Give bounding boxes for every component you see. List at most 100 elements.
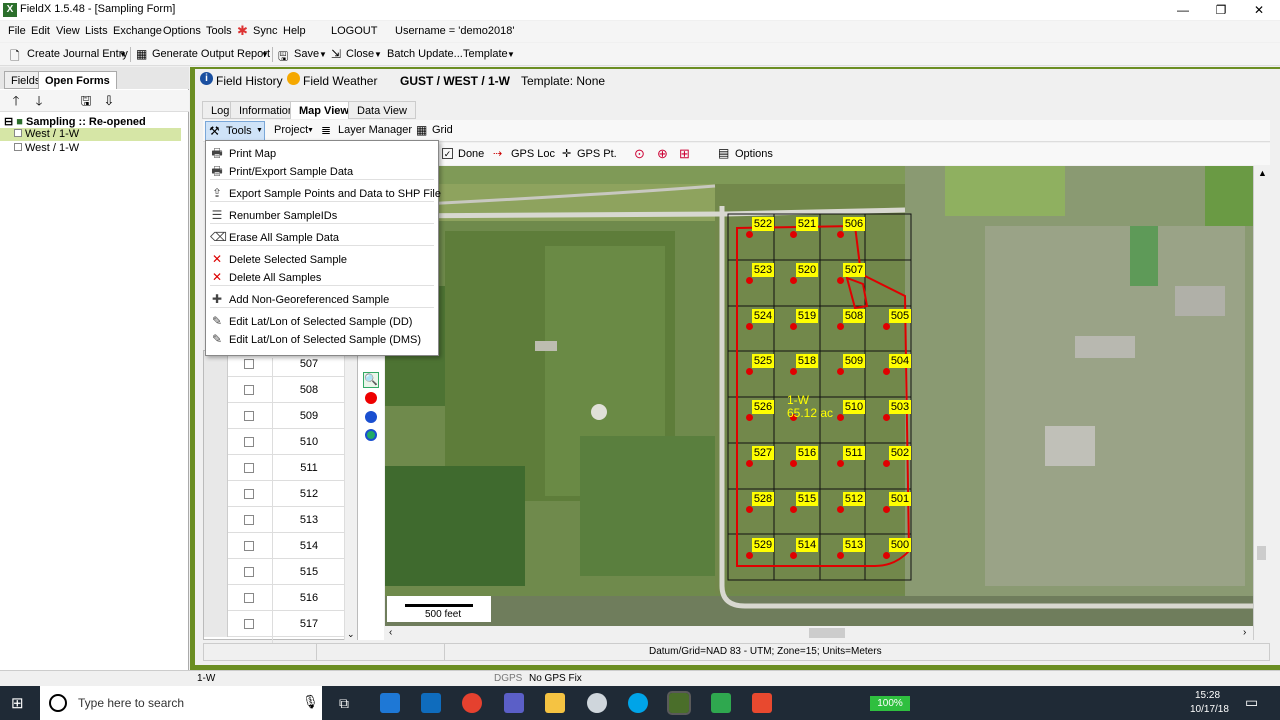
sample-point[interactable] bbox=[790, 322, 797, 330]
sample-label[interactable]: 514 bbox=[796, 537, 818, 552]
checkbox-icon[interactable] bbox=[244, 359, 254, 369]
battery-badge[interactable]: 100% bbox=[870, 696, 910, 711]
clock-date[interactable]: 10/17/18 bbox=[1190, 704, 1229, 715]
sample-label[interactable]: 520 bbox=[796, 262, 818, 277]
sample-point[interactable] bbox=[837, 551, 844, 559]
sample-point[interactable] bbox=[790, 551, 797, 559]
sample-point[interactable] bbox=[746, 460, 753, 467]
close-form-button[interactable]: Close bbox=[346, 48, 374, 60]
zoom-icon[interactable]: 🔍 bbox=[363, 372, 379, 388]
sample-point[interactable] bbox=[837, 276, 844, 284]
sample-label[interactable]: 512 bbox=[843, 491, 865, 506]
menu-help[interactable]: Help bbox=[283, 25, 306, 37]
sample-label[interactable]: 502 bbox=[889, 446, 911, 460]
app-icon[interactable] bbox=[587, 693, 607, 713]
table-row[interactable]: 514 bbox=[204, 533, 345, 566]
sample-label[interactable]: 503 bbox=[889, 400, 911, 415]
sample-label[interactable]: 525 bbox=[752, 354, 774, 369]
target-icon[interactable]: ⊙ bbox=[634, 146, 645, 162]
map-horizontal-scrollbar[interactable]: ‹ › bbox=[385, 626, 1253, 640]
blue-pin-icon[interactable] bbox=[365, 411, 377, 423]
chevron-down-icon[interactable]: ▼ bbox=[261, 50, 269, 59]
sample-label[interactable]: 515 bbox=[796, 491, 818, 506]
menu-sync[interactable]: Sync bbox=[253, 25, 277, 37]
sample-label[interactable]: 510 bbox=[843, 400, 865, 415]
teams-icon[interactable] bbox=[504, 693, 524, 713]
checkbox-icon[interactable] bbox=[244, 463, 254, 473]
sample-label[interactable]: 521 bbox=[796, 217, 818, 231]
skype-icon[interactable] bbox=[628, 693, 648, 713]
notifications-icon[interactable]: ▭ bbox=[1245, 694, 1258, 711]
table-row[interactable]: 510 bbox=[204, 429, 345, 462]
sample-list-scrollbar[interactable]: ⌄ bbox=[344, 350, 357, 640]
menu-view[interactable]: View bbox=[56, 25, 80, 37]
generate-report-button[interactable]: Generate Output Report bbox=[152, 48, 270, 60]
sample-point[interactable] bbox=[746, 276, 753, 284]
menu-item[interactable]: ✎ Edit Lat/Lon of Selected Sample (DMS) bbox=[206, 329, 438, 351]
checkbox-icon[interactable] bbox=[244, 593, 254, 603]
checkbox-icon[interactable] bbox=[244, 541, 254, 551]
outlook-icon[interactable] bbox=[421, 693, 441, 713]
chrome-icon[interactable] bbox=[462, 693, 482, 713]
sample-label[interactable]: 529 bbox=[752, 537, 774, 552]
sample-label[interactable]: 511 bbox=[843, 446, 865, 460]
scroll-up-icon[interactable]: ▲ bbox=[1258, 168, 1267, 178]
checkbox-icon[interactable] bbox=[14, 143, 22, 151]
app-icon[interactable] bbox=[752, 693, 772, 713]
sample-label[interactable]: 516 bbox=[796, 446, 818, 460]
checkbox-icon[interactable] bbox=[244, 437, 254, 447]
app-icon[interactable] bbox=[711, 693, 731, 713]
field-history-button[interactable]: Field History bbox=[216, 74, 283, 88]
collapse-icon[interactable]: ⊟ bbox=[4, 116, 16, 128]
sample-point[interactable] bbox=[837, 231, 844, 238]
sample-point[interactable] bbox=[746, 551, 753, 559]
scroll-right-icon[interactable]: › bbox=[1243, 627, 1246, 638]
edge-icon[interactable] bbox=[380, 693, 400, 713]
chevron-down-icon[interactable]: ▼ bbox=[507, 50, 515, 59]
table-row[interactable]: 515 bbox=[204, 559, 345, 592]
table-row[interactable]: 517 bbox=[204, 611, 345, 644]
checkbox-icon[interactable]: ✓ bbox=[442, 148, 453, 159]
sample-label[interactable]: 526 bbox=[752, 400, 774, 415]
sample-label[interactable]: 500 bbox=[889, 537, 911, 552]
field-weather-button[interactable]: Field Weather bbox=[303, 74, 377, 88]
project-menu[interactable]: Project bbox=[274, 124, 308, 136]
batch-update-button[interactable]: Batch Update... bbox=[387, 48, 463, 60]
chevron-down-icon[interactable]: ▼ bbox=[319, 50, 327, 59]
create-journal-button[interactable]: Create Journal Entry bbox=[27, 48, 128, 60]
layer-manager-button[interactable]: Layer Manager bbox=[338, 124, 412, 136]
checkbox-icon[interactable] bbox=[244, 411, 254, 421]
map-canvas[interactable]: 522 521 506 523 520 507 524 519 508 505 525 518 509 5… bbox=[385, 166, 1253, 626]
sample-label[interactable]: 528 bbox=[752, 491, 774, 506]
export-icon[interactable]: ⇩ bbox=[101, 93, 117, 109]
task-view-icon[interactable]: ⧉ bbox=[339, 695, 349, 712]
menu-lists[interactable]: Lists bbox=[85, 25, 108, 37]
sample-point[interactable] bbox=[790, 276, 797, 284]
taskbar-search-box[interactable]: Type here to search 🎙 bbox=[40, 686, 322, 720]
minimize-button[interactable]: — bbox=[1164, 0, 1202, 20]
scroll-down-icon[interactable]: ⌄ bbox=[347, 629, 355, 640]
scroll-thumb[interactable] bbox=[1257, 546, 1266, 560]
scroll-left-icon[interactable]: ‹ bbox=[389, 627, 392, 638]
sample-label[interactable]: 501 bbox=[889, 491, 911, 506]
sample-point[interactable] bbox=[746, 231, 753, 238]
tab-open-forms[interactable]: Open Forms bbox=[38, 71, 117, 89]
checkbox-icon[interactable] bbox=[244, 619, 254, 629]
red-pin-icon[interactable] bbox=[365, 392, 377, 404]
menu-options[interactable]: Options bbox=[163, 25, 201, 37]
sample-point[interactable] bbox=[746, 322, 753, 330]
sample-point[interactable] bbox=[746, 505, 753, 513]
menu-file[interactable]: File bbox=[8, 25, 26, 37]
checkbox-icon[interactable] bbox=[14, 129, 22, 137]
sample-label[interactable]: 506 bbox=[843, 217, 865, 231]
sample-point[interactable] bbox=[883, 551, 890, 559]
done-button[interactable]: Done bbox=[458, 148, 484, 160]
tree-item-selected[interactable]: West / 1-W bbox=[0, 128, 181, 141]
file-explorer-icon[interactable] bbox=[545, 693, 565, 713]
checkbox-icon[interactable] bbox=[244, 515, 254, 525]
sample-label[interactable]: 527 bbox=[752, 446, 774, 460]
checkbox-icon[interactable] bbox=[244, 489, 254, 499]
table-row[interactable]: 513 bbox=[204, 507, 345, 540]
sample-label[interactable]: 518 bbox=[796, 354, 818, 369]
checkbox-icon[interactable] bbox=[244, 567, 254, 577]
